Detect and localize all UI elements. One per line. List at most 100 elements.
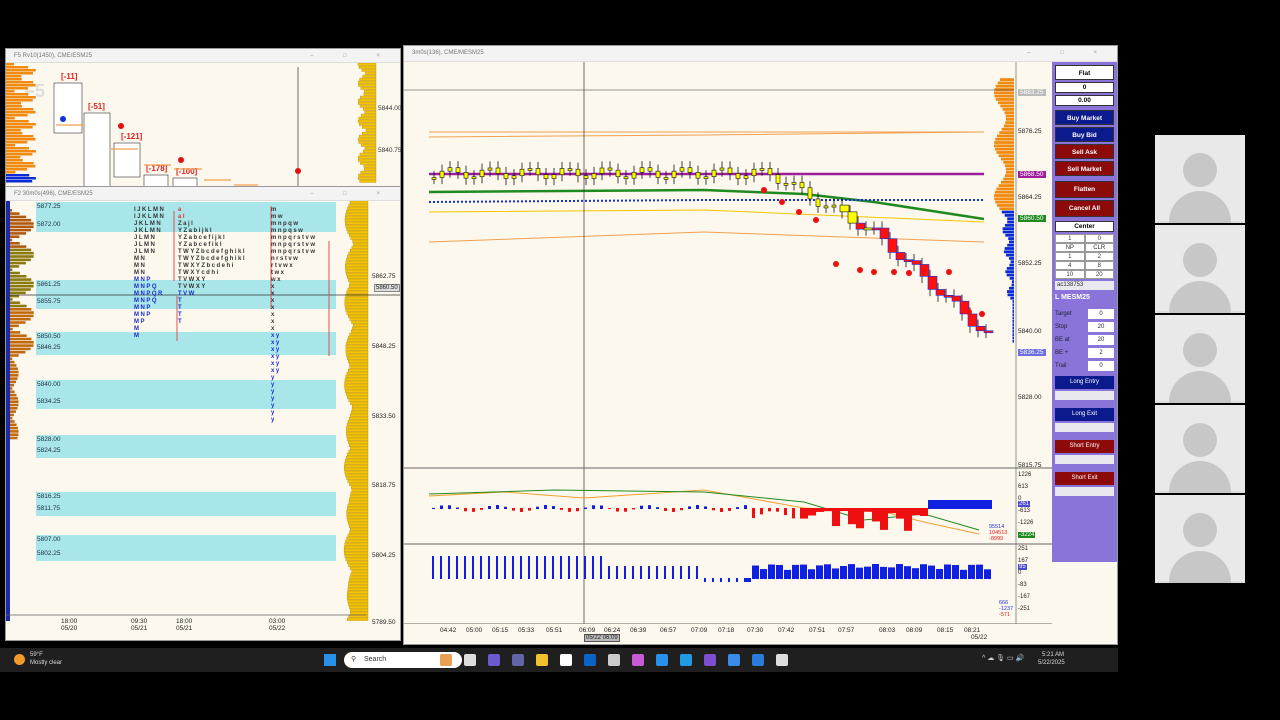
volume-profile-bar: [1002, 227, 1014, 231]
price-tag: 5868.50: [1018, 170, 1046, 178]
delta-bar: [872, 508, 880, 522]
volume-profile-bar: [1001, 127, 1014, 131]
app-icon[interactable]: [752, 654, 764, 666]
volume-profile-bar: [1003, 124, 1014, 128]
main-chart-window[interactable]: 3m0s(136), CME/MESM25 – □ × 5876.25 5864.2…: [403, 45, 1118, 645]
window-controls[interactable]: – □ ×: [1027, 46, 1111, 60]
app-icon[interactable]: [728, 654, 740, 666]
current-price-tag: 5860.50: [374, 284, 400, 292]
clock-date[interactable]: 5/22/2025: [1038, 660, 1065, 666]
volume-profile-bar: [1012, 336, 1014, 340]
qty-preset-button[interactable]: 2: [1084, 252, 1114, 261]
strategy-dropdown[interactable]: [1055, 391, 1114, 400]
clock-time[interactable]: 5:21 AM: [1042, 652, 1064, 658]
qty-preset-button[interactable]: 1: [1055, 252, 1085, 261]
tray-icons[interactable]: ^ ☁ 🎙 ▭ 🔊: [982, 654, 1024, 662]
candle-body: [983, 330, 994, 334]
tpo-row: TWXYZbcdehi: [178, 263, 235, 269]
strategy-dropdown[interactable]: [1055, 455, 1114, 464]
avatar-body: [1169, 191, 1231, 223]
photos-icon[interactable]: [632, 654, 644, 666]
signal-dot: [796, 209, 802, 215]
volume-profile-bar: [6, 135, 34, 138]
volume-profile-bar: [345, 458, 369, 462]
buy-bid-button[interactable]: Buy Bid: [1055, 127, 1114, 142]
qty-preset-button[interactable]: 8: [1084, 261, 1114, 270]
f5-chart-window[interactable]: F5 Rv10(1450), CME/ESM25– □ × F5 [-11] [-…: [5, 48, 402, 190]
delta-bar: [888, 508, 896, 514]
strategy-button-long-entry[interactable]: Long Entry: [1055, 376, 1114, 389]
strategy-button-short-exit[interactable]: Short Exit: [1055, 472, 1114, 485]
weather-desc[interactable]: Mostly clear: [30, 660, 62, 666]
volume-profile-bar: [351, 404, 369, 408]
app-icon[interactable]: [776, 654, 788, 666]
candle-body: [831, 204, 837, 208]
qty-preset-button[interactable]: NP: [1055, 243, 1085, 252]
tpo-chart[interactable]: 5877.25 5872.00 5861.25 5855.75 5850.50 5846.…: [6, 201, 400, 640]
price-chart[interactable]: [404, 62, 1052, 624]
qty-preset-button[interactable]: 4: [1055, 261, 1085, 270]
cum-delta-bar: [568, 556, 570, 579]
copilot-app-icon[interactable]: [488, 654, 500, 666]
store-icon[interactable]: [560, 654, 572, 666]
windows-start-icon[interactable]: [324, 654, 336, 666]
time-label: 06:39: [630, 627, 647, 634]
candle-body: [463, 172, 469, 179]
tpo-row: xy: [271, 354, 281, 360]
edge-icon[interactable]: [680, 654, 692, 666]
field-input[interactable]: 0: [1088, 360, 1114, 371]
file-explorer-icon[interactable]: [536, 654, 548, 666]
indicator-axis-label: -167: [1018, 594, 1031, 600]
strategy-button-long-exit[interactable]: Long Exit: [1055, 408, 1114, 421]
outlook-icon[interactable]: [584, 654, 596, 666]
account-dropdown[interactable]: ac138753: [1055, 281, 1114, 290]
candle-body: [599, 167, 605, 174]
field-input[interactable]: 20: [1088, 334, 1114, 345]
strategy-button-short-entry[interactable]: Short Entry: [1055, 440, 1114, 453]
app-icon[interactable]: [656, 654, 668, 666]
sell-ask-button[interactable]: Sell Ask: [1055, 144, 1114, 159]
window-controls[interactable]: – □ ×: [310, 187, 394, 201]
qty-input[interactable]: 1: [1055, 234, 1085, 243]
candle-body: [855, 222, 866, 230]
settings-icon[interactable]: [608, 654, 620, 666]
volume-profile-bar: [6, 99, 33, 102]
volume-profile-bar: [1005, 253, 1014, 257]
volume-profile-bar: [6, 87, 28, 90]
volume-profile-bar: [995, 137, 1014, 141]
indicator-axis-label: 613: [1018, 484, 1029, 490]
f5-title-bar[interactable]: F5 Rv10(1450), CME/ESM25 – □ ×: [6, 49, 400, 63]
volume-profile-bar: [344, 380, 369, 384]
volume-profile-bar: [8, 308, 32, 311]
f2-tpo-window[interactable]: F2 30m0s(496), CME/ESM25 – □ × 5877.25 587…: [5, 186, 401, 641]
teams-icon[interactable]: [512, 654, 524, 666]
strategy-dropdown[interactable]: [1055, 423, 1114, 432]
qty-preset-button[interactable]: CLR: [1084, 243, 1114, 252]
volume-profile-bar: [1009, 276, 1014, 280]
onenote-icon[interactable]: [704, 654, 716, 666]
flatten-button[interactable]: Flatten: [1055, 181, 1114, 198]
task-view-icon[interactable]: [464, 654, 476, 666]
cum-delta-bar: [520, 556, 522, 579]
volume-profile-bar: [1003, 160, 1014, 164]
window-controls[interactable]: – □ ×: [310, 49, 394, 63]
strategy-dropdown[interactable]: [1055, 487, 1114, 496]
weather-icon[interactable]: [14, 654, 25, 665]
candle-body: [511, 175, 517, 179]
f5-chart[interactable]: [-11][-51][-121][-178] [-100]: [6, 63, 400, 189]
sell-market-button[interactable]: Sell Market: [1055, 161, 1114, 176]
qty-preset-button[interactable]: 20: [1084, 270, 1114, 279]
main-title-bar[interactable]: 3m0s(136), CME/MESM25 – □ ×: [404, 46, 1117, 62]
copilot-icon[interactable]: [440, 654, 452, 666]
qty-preset-button[interactable]: 10: [1055, 270, 1085, 279]
cancel-all-button[interactable]: Cancel All: [1055, 200, 1114, 217]
field-input[interactable]: 0: [1088, 308, 1114, 319]
center-button[interactable]: Center: [1055, 221, 1114, 232]
volume-profile-bar: [357, 176, 377, 180]
weather-temp[interactable]: 59°F: [30, 652, 43, 658]
field-input[interactable]: 20: [1088, 321, 1114, 332]
avatar-body: [1169, 551, 1231, 583]
buy-market-button[interactable]: Buy Market: [1055, 110, 1114, 125]
field-input[interactable]: 2: [1088, 347, 1114, 358]
f2-title-bar[interactable]: F2 30m0s(496), CME/ESM25 – □ ×: [6, 187, 400, 201]
